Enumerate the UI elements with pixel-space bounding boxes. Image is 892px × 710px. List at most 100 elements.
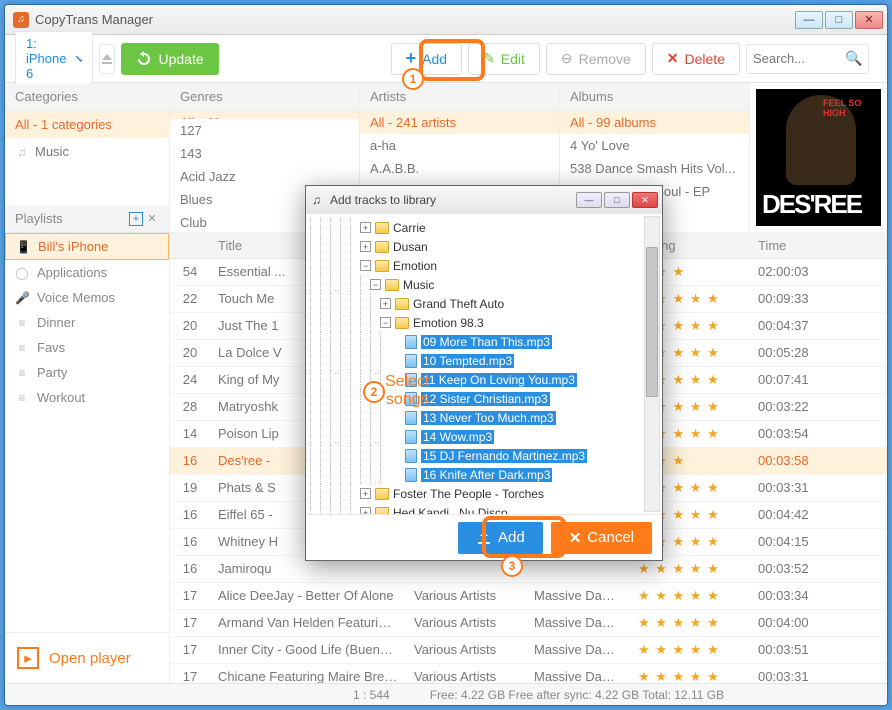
tree-label: 11 Keep On Loving You.mp3 <box>421 373 577 387</box>
search-box[interactable]: 🔍 <box>746 44 869 74</box>
albums-item[interactable]: 4 Yo' Love <box>560 134 749 157</box>
tree-node[interactable]: +Dusan <box>310 237 658 256</box>
menu-button[interactable] <box>875 44 887 74</box>
add-button[interactable]: + Add <box>391 43 462 75</box>
dialog-add-button[interactable]: Add <box>458 522 543 554</box>
tree-node[interactable]: 10 Tempted.mp3 <box>310 351 658 370</box>
albums-all[interactable]: All - 99 albums <box>560 111 749 134</box>
track-num: 24 <box>170 367 210 393</box>
minimize-button[interactable]: — <box>795 11 823 29</box>
annotation-select-line2: songs <box>386 391 429 408</box>
track-row[interactable]: 17Armand Van Helden Featuring D...Variou… <box>170 610 887 637</box>
track-num: 19 <box>170 475 210 501</box>
eject-icon <box>100 52 114 66</box>
track-artist: Various Artists <box>406 637 526 663</box>
track-time: 00:07:41 <box>750 367 850 393</box>
track-row[interactable]: 17Alice DeeJay - Better Of AloneVarious … <box>170 583 887 610</box>
playlist-item[interactable]: ≡Dinner <box>5 310 169 335</box>
tree-node[interactable]: +Grand Theft Auto <box>310 294 658 313</box>
toolbar: 1: iPhone 6 Update + Add ✎ Edit ⊖ Remove… <box>5 35 887 83</box>
track-row[interactable]: 17Inner City - Good Life (Buena Vi...Var… <box>170 637 887 664</box>
track-album: Massive Dance... <box>526 637 630 663</box>
remove-button[interactable]: ⊖ Remove <box>546 43 646 75</box>
tree-node[interactable]: 09 More Than This.mp3 <box>310 332 658 351</box>
tree-node[interactable]: 13 Never Too Much.mp3 <box>310 408 658 427</box>
category-music[interactable]: ♫ Music <box>5 138 169 165</box>
music-icon: ♫ <box>15 145 29 159</box>
tree-node[interactable]: 15 DJ Fernando Martinez.mp3 <box>310 446 658 465</box>
dialog-maximize-button[interactable]: □ <box>604 192 630 208</box>
edit-button[interactable]: ✎ Edit <box>468 43 540 75</box>
tree-node[interactable]: 16 Knife After Dark.mp3 <box>310 465 658 484</box>
th-time[interactable]: Time <box>750 233 850 258</box>
playlist-item[interactable]: 🎤Voice Memos <box>5 285 169 310</box>
artists-item[interactable]: A.A.B.B. <box>360 157 559 180</box>
tree-node[interactable]: +Carrie <box>310 218 658 237</box>
genres-header: Genres <box>170 83 359 111</box>
tree-node[interactable]: +Foster The People - Torches <box>310 484 658 503</box>
playlist-item[interactable]: ≡Workout <box>5 385 169 410</box>
tree-expander[interactable]: − <box>360 260 371 271</box>
search-input[interactable] <box>753 51 845 66</box>
update-button[interactable]: Update <box>121 43 218 75</box>
add-playlist-button[interactable]: + <box>129 212 143 226</box>
sidebar: Categories All - 1 categories ♫ Music Pl… <box>5 83 170 683</box>
albums-item[interactable]: 538 Dance Smash Hits Vol... <box>560 157 749 180</box>
album-art-subtitle: FEEL SO HIGH <box>823 99 881 119</box>
file-tree[interactable]: +Carrie+Dusan−Emotion−Music+Grand Theft … <box>306 214 662 514</box>
track-num: 14 <box>170 421 210 447</box>
playlist-item[interactable]: ≡Favs <box>5 335 169 360</box>
tree-expander[interactable]: + <box>360 241 371 252</box>
track-title: Chicane Featuring Maire Brenna... <box>210 664 406 683</box>
close-button[interactable]: ✕ <box>855 11 883 29</box>
tree-scroll-thumb[interactable] <box>646 247 658 397</box>
tree-node[interactable]: −Emotion 98.3 <box>310 313 658 332</box>
dialog-minimize-button[interactable]: — <box>576 192 602 208</box>
category-all[interactable]: All - 1 categories <box>5 111 169 138</box>
remove-playlist-button[interactable]: ✕ <box>145 212 159 226</box>
tree-node[interactable]: 14 Wow.mp3 <box>310 427 658 446</box>
playlist-icon: ≡ <box>15 341 29 355</box>
genres-item[interactable]: 127 <box>170 119 359 142</box>
dialog-add-label: Add <box>498 529 525 546</box>
tree-label: 14 Wow.mp3 <box>421 430 494 444</box>
statusbar: 1 : 544 Free: 4.22 GB Free after sync: 4… <box>5 683 887 705</box>
track-num: 17 <box>170 664 210 683</box>
tree-expander[interactable]: − <box>380 317 391 328</box>
playlist-item[interactable]: 📱Bill's iPhone <box>5 233 169 260</box>
playlist-item[interactable]: ≡Party <box>5 360 169 385</box>
dialog-titlebar: ♫ Add tracks to library — □ ✕ <box>306 186 662 214</box>
delete-button[interactable]: ✕ Delete <box>652 43 740 75</box>
album-art-column: FEEL SO HIGH DES'REE <box>750 83 887 232</box>
device-selector[interactable]: 1: iPhone 6 <box>15 31 93 86</box>
genres-all[interactable]: All - 41 genres <box>170 111 359 119</box>
tree-expander[interactable]: + <box>360 222 371 233</box>
tree-node[interactable]: −Emotion <box>310 256 658 275</box>
dialog-cancel-label: Cancel <box>587 529 634 546</box>
tree-node[interactable]: 11 Keep On Loving You.mp3 <box>310 370 658 389</box>
tree-scrollbar[interactable] <box>644 216 660 512</box>
dialog-close-button[interactable]: ✕ <box>632 192 658 208</box>
open-player-button[interactable]: ▸ Open player <box>5 632 169 683</box>
artists-item[interactable]: a-ha <box>360 134 559 157</box>
tree-expander[interactable]: + <box>360 488 371 499</box>
playlist-item[interactable]: ◯Applications <box>5 260 169 285</box>
tree-expander[interactable]: + <box>380 298 391 309</box>
eject-button[interactable] <box>99 44 115 74</box>
tree-node[interactable]: +Hed Kandi_ Nu Disco <box>310 503 658 514</box>
track-time: 00:09:33 <box>750 286 850 312</box>
maximize-button[interactable]: □ <box>825 11 853 29</box>
tree-node[interactable]: −Music <box>310 275 658 294</box>
th-num[interactable] <box>170 233 210 258</box>
track-row[interactable]: 17Chicane Featuring Maire Brenna...Vario… <box>170 664 887 683</box>
playlist-label: Party <box>37 365 67 380</box>
track-num: 54 <box>170 259 210 285</box>
track-time: 00:03:52 <box>750 556 850 582</box>
album-art-title: DES'REE <box>762 189 861 220</box>
dialog-cancel-button[interactable]: ✕ Cancel <box>551 522 652 554</box>
tree-expander[interactable]: − <box>370 279 381 290</box>
tree-expander[interactable]: + <box>360 507 371 514</box>
artists-all[interactable]: All - 241 artists <box>360 111 559 134</box>
track-num: 17 <box>170 637 210 663</box>
genres-item[interactable]: 143 <box>170 142 359 165</box>
